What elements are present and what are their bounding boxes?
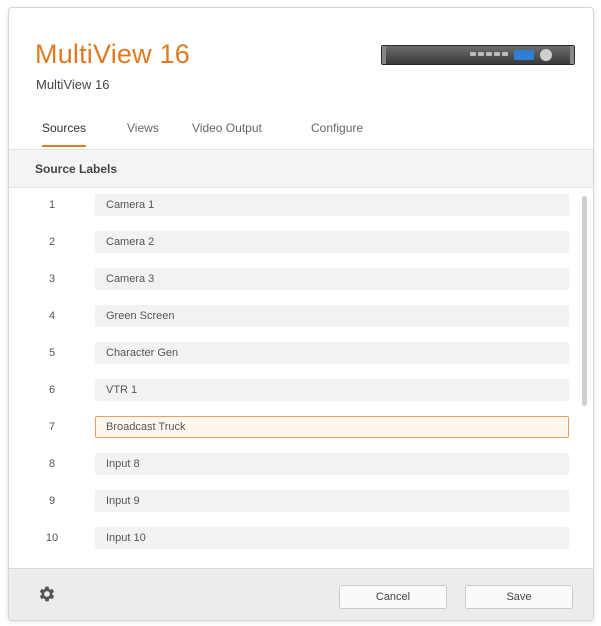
- save-button[interactable]: Save: [465, 585, 573, 609]
- source-number: 9: [48, 495, 56, 507]
- section-header: Source Labels: [9, 149, 593, 188]
- source-number: 1: [48, 199, 56, 211]
- list-scrollbar[interactable]: [582, 188, 588, 572]
- device-image: [381, 45, 575, 65]
- multiview-setup-window: MultiView 16 MultiView 16 Sources Views …: [8, 7, 594, 621]
- footer: Cancel Save: [9, 568, 593, 620]
- source-row: 9: [9, 484, 579, 521]
- source-label-input[interactable]: [95, 342, 569, 364]
- source-label-input[interactable]: [95, 453, 569, 475]
- section-title: Source Labels: [35, 162, 118, 176]
- tab-sources[interactable]: Sources: [42, 121, 87, 147]
- source-label-input[interactable]: [95, 305, 569, 327]
- source-label-input[interactable]: [95, 379, 569, 401]
- tab-video-output[interactable]: Video Output: [192, 121, 262, 145]
- source-number: 5: [48, 347, 56, 359]
- source-label-input[interactable]: [95, 527, 569, 549]
- gear-icon[interactable]: [37, 584, 57, 604]
- tab-views[interactable]: Views: [127, 121, 159, 145]
- source-row: 4: [9, 299, 579, 336]
- source-label-input[interactable]: [95, 268, 569, 290]
- source-row: 10: [9, 521, 579, 558]
- source-number: 6: [48, 384, 56, 396]
- source-number: 3: [48, 273, 56, 285]
- source-label-input[interactable]: [95, 490, 569, 512]
- source-number: 7: [48, 421, 56, 433]
- source-label-input[interactable]: [95, 194, 569, 216]
- source-row: 2: [9, 225, 579, 262]
- source-number: 4: [48, 310, 56, 322]
- header: MultiView 16 MultiView 16 Sources Views …: [9, 8, 593, 151]
- source-row: 8: [9, 447, 579, 484]
- scroll-thumb[interactable]: [582, 196, 587, 406]
- source-number: 8: [48, 458, 56, 470]
- source-row: 7: [9, 410, 579, 447]
- source-row: 6: [9, 373, 579, 410]
- tab-configure[interactable]: Configure: [311, 121, 363, 145]
- page-title: MultiView 16: [35, 39, 190, 69]
- device-name: MultiView 16: [36, 77, 110, 92]
- source-label-input-focused[interactable]: [95, 416, 569, 438]
- source-labels-list: 1 2 3 4 5 6 7 8: [9, 188, 593, 572]
- cancel-button[interactable]: Cancel: [339, 585, 447, 609]
- source-number: 10: [45, 532, 59, 544]
- source-label-input[interactable]: [95, 231, 569, 253]
- source-row: 5: [9, 336, 579, 373]
- source-row: 3: [9, 262, 579, 299]
- source-row: 1: [9, 188, 579, 225]
- source-number: 2: [48, 236, 56, 248]
